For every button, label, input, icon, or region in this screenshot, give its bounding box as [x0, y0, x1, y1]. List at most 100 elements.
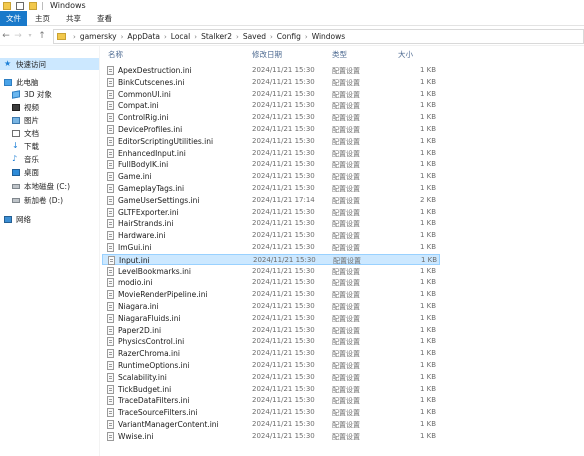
file-row[interactable]: LevelBookmarks.ini 2024/11/21 15:30 配置设置 1 …: [102, 266, 440, 277]
file-row[interactable]: MovieRenderPipeline.ini 2024/11/21 15:30 配…: [102, 289, 440, 300]
sidebar-item-pictures[interactable]: 图片: [0, 114, 39, 126]
sidebar-item-label: 本地磁盘 (C:): [24, 181, 70, 191]
file-row[interactable]: ApexDestruction.ini 2024/11/21 15:30 配置设置 1…: [102, 65, 440, 76]
breadcrumb-saved[interactable]: Saved: [243, 32, 266, 41]
file-row[interactable]: DeviceProfiles.ini 2024/11/21 15:30 配置设置 1 …: [102, 124, 440, 135]
sidebar-item-label: 此电脑: [16, 77, 39, 87]
file-list: 名称 修改日期 类型 大小 ApexDestruction.ini 2024/11…: [100, 46, 584, 456]
file-row[interactable]: TraceDataFilters.ini 2024/11/21 15:30 配置设置…: [102, 395, 440, 406]
file-name: GLTFExporter.ini: [118, 207, 179, 217]
file-size: 1 KB: [420, 207, 437, 216]
column-header-date[interactable]: 修改日期: [252, 49, 282, 60]
sidebar-item-this-pc[interactable]: 此电脑: [0, 76, 39, 88]
sidebar-item-3d-objects[interactable]: 3D 对象: [0, 88, 52, 100]
file-size: 1 KB: [420, 219, 437, 228]
breadcrumb-config[interactable]: Config: [277, 32, 301, 41]
drive-icon: [12, 197, 20, 203]
forward-arrow-icon[interactable]: →: [12, 31, 24, 41]
config-file-icon: [108, 255, 115, 265]
file-row[interactable]: TickBudget.ini 2024/11/21 15:30 配置设置 1 KB: [102, 384, 440, 395]
sidebar-item-downloads[interactable]: ↓ 下载: [0, 140, 39, 152]
file-row[interactable]: EditorScriptingUtilities.ini 2024/11/21 1…: [102, 136, 440, 147]
tab-view[interactable]: 查看: [89, 11, 120, 26]
file-type: 配置设置: [332, 114, 360, 123]
file-row[interactable]: RuntimeOptions.ini 2024/11/21 15:30 配置设置 1 …: [102, 360, 440, 371]
file-name: CommonUI.ini: [118, 89, 171, 99]
file-row[interactable]: ImGui.ini 2024/11/21 15:30 配置设置 1 KB: [102, 242, 440, 253]
chevron-right-icon[interactable]: ›: [164, 33, 167, 41]
tab-home[interactable]: 主页: [27, 11, 58, 26]
breadcrumb-windows[interactable]: Windows: [312, 32, 345, 41]
file-row[interactable]: Game.ini 2024/11/21 15:30 配置设置 1 KB: [102, 171, 440, 182]
file-row[interactable]: Hardware.ini 2024/11/21 15:30 配置设置 1 KB: [102, 230, 440, 241]
file-row[interactable]: Paper2D.ini 2024/11/21 15:30 配置设置 1 KB: [102, 325, 440, 336]
file-row[interactable]: PhysicsControl.ini 2024/11/21 15:30 配置设置 1 …: [102, 336, 440, 347]
up-arrow-icon[interactable]: ↑: [36, 31, 48, 41]
column-header-name[interactable]: 名称: [108, 49, 123, 60]
column-header-type[interactable]: 类型: [332, 49, 347, 60]
chevron-right-icon[interactable]: ›: [270, 33, 273, 41]
folder-icon: [57, 33, 66, 40]
file-type: 配置设置: [332, 291, 360, 300]
column-header-size[interactable]: 大小: [398, 49, 413, 60]
file-row[interactable]: Compat.ini 2024/11/21 15:30 配置设置 1 KB: [102, 100, 440, 111]
file-size: 1 KB: [420, 148, 437, 157]
config-file-icon: [107, 349, 114, 359]
file-size: 2 KB: [420, 195, 437, 204]
file-type: 配置设置: [332, 196, 360, 205]
sidebar-item-documents[interactable]: 文档: [0, 127, 39, 139]
file-row[interactable]: ControlRig.ini 2024/11/21 15:30 配置设置 1 KB: [102, 112, 440, 123]
file-size: 1 KB: [420, 302, 437, 310]
chevron-right-icon[interactable]: ›: [194, 33, 197, 41]
file-row[interactable]: GameplayTags.ini 2024/11/21 15:30 配置设置 1 KB: [102, 183, 440, 194]
computer-icon: [4, 78, 12, 86]
breadcrumb-stalker2[interactable]: Stalker2: [201, 32, 232, 41]
address-bar[interactable]: › gamersky › AppData › Local › Stalker2 …: [53, 29, 584, 44]
file-row[interactable]: CommonUI.ini 2024/11/21 15:30 配置设置 1 KB: [102, 89, 440, 100]
file-row[interactable]: FullBodyIK.ini 2024/11/21 15:30 配置设置 1 KB: [102, 159, 440, 170]
file-row[interactable]: modio.ini 2024/11/21 15:30 配置设置 1 KB: [102, 277, 440, 288]
file-name: GameUserSettings.ini: [118, 195, 200, 205]
file-row[interactable]: Input.ini 2024/11/21 15:30 配置设置 1 KB: [102, 253, 440, 265]
file-size: 1 KB: [420, 396, 437, 405]
breadcrumb-local[interactable]: Local: [171, 32, 190, 41]
file-row[interactable]: Wwise.ini 2024/11/21 15:30 配置设置 1 KB: [102, 431, 440, 442]
file-row[interactable]: Scalability.ini 2024/11/21 15:30 配置设置 1 KB: [102, 372, 440, 383]
file-row[interactable]: Niagara.ini 2024/11/21 15:30 配置设置 1 KB: [102, 301, 440, 312]
breadcrumb-appdata[interactable]: AppData: [127, 32, 160, 41]
file-row[interactable]: EnhancedInput.ini 2024/11/21 15:30 配置设置 1 K…: [102, 148, 440, 159]
sidebar-item-music[interactable]: ♪ 音乐: [0, 153, 39, 165]
sidebar-item-drive-d[interactable]: 新加卷 (D:): [0, 194, 63, 206]
tab-share[interactable]: 共享: [58, 11, 89, 26]
sidebar-item-desktop[interactable]: 桌面: [0, 166, 39, 178]
sidebar-item-network[interactable]: 网络: [0, 213, 31, 225]
sidebar-item-quick-access[interactable]: ★ 快速访问: [0, 58, 99, 70]
breadcrumb-gamersky[interactable]: gamersky: [80, 32, 117, 41]
new-folder-icon[interactable]: [29, 1, 37, 10]
sidebar-item-drive-c[interactable]: 本地磁盘 (C:): [0, 180, 70, 192]
sidebar-item-videos[interactable]: 视频: [0, 101, 39, 113]
file-size: 1 KB: [420, 372, 437, 381]
file-row[interactable]: GameUserSettings.ini 2024/11/21 17:14 配置设置…: [102, 195, 440, 206]
properties-icon[interactable]: [16, 1, 24, 10]
config-file-icon: [107, 408, 114, 418]
file-row[interactable]: RazerChroma.ini 2024/11/21 15:30 配置设置 1 KB: [102, 348, 440, 359]
tab-file[interactable]: 文件: [0, 10, 27, 26]
file-type: 配置设置: [332, 421, 360, 429]
file-row[interactable]: GLTFExporter.ini 2024/11/21 15:30 配置设置 1 KB: [102, 207, 440, 218]
file-type: 配置设置: [332, 126, 360, 134]
file-row[interactable]: VariantManagerContent.ini 2024/11/21 15:3…: [102, 419, 440, 430]
file-type: 配置设置: [332, 279, 360, 288]
chevron-right-icon[interactable]: ›: [73, 33, 76, 41]
file-row[interactable]: BinkCutscenes.ini 2024/11/21 15:30 配置设置 1 K…: [102, 77, 440, 88]
file-type: 配置设置: [332, 326, 360, 335]
chevron-right-icon[interactable]: ›: [236, 33, 239, 41]
chevron-right-icon[interactable]: ›: [305, 33, 308, 41]
file-row[interactable]: HairStrands.ini 2024/11/21 15:30 配置设置 1 KB: [102, 218, 440, 229]
file-row[interactable]: TraceSourceFilters.ini 2024/11/21 15:30 配置…: [102, 407, 440, 418]
back-arrow-icon[interactable]: ←: [0, 31, 12, 41]
recent-dropdown-icon[interactable]: ▾: [24, 32, 36, 39]
file-name: BinkCutscenes.ini: [118, 77, 185, 87]
file-row[interactable]: NiagaraFluids.ini 2024/11/21 15:30 配置设置 1 K…: [102, 313, 440, 324]
chevron-right-icon[interactable]: ›: [121, 33, 124, 41]
